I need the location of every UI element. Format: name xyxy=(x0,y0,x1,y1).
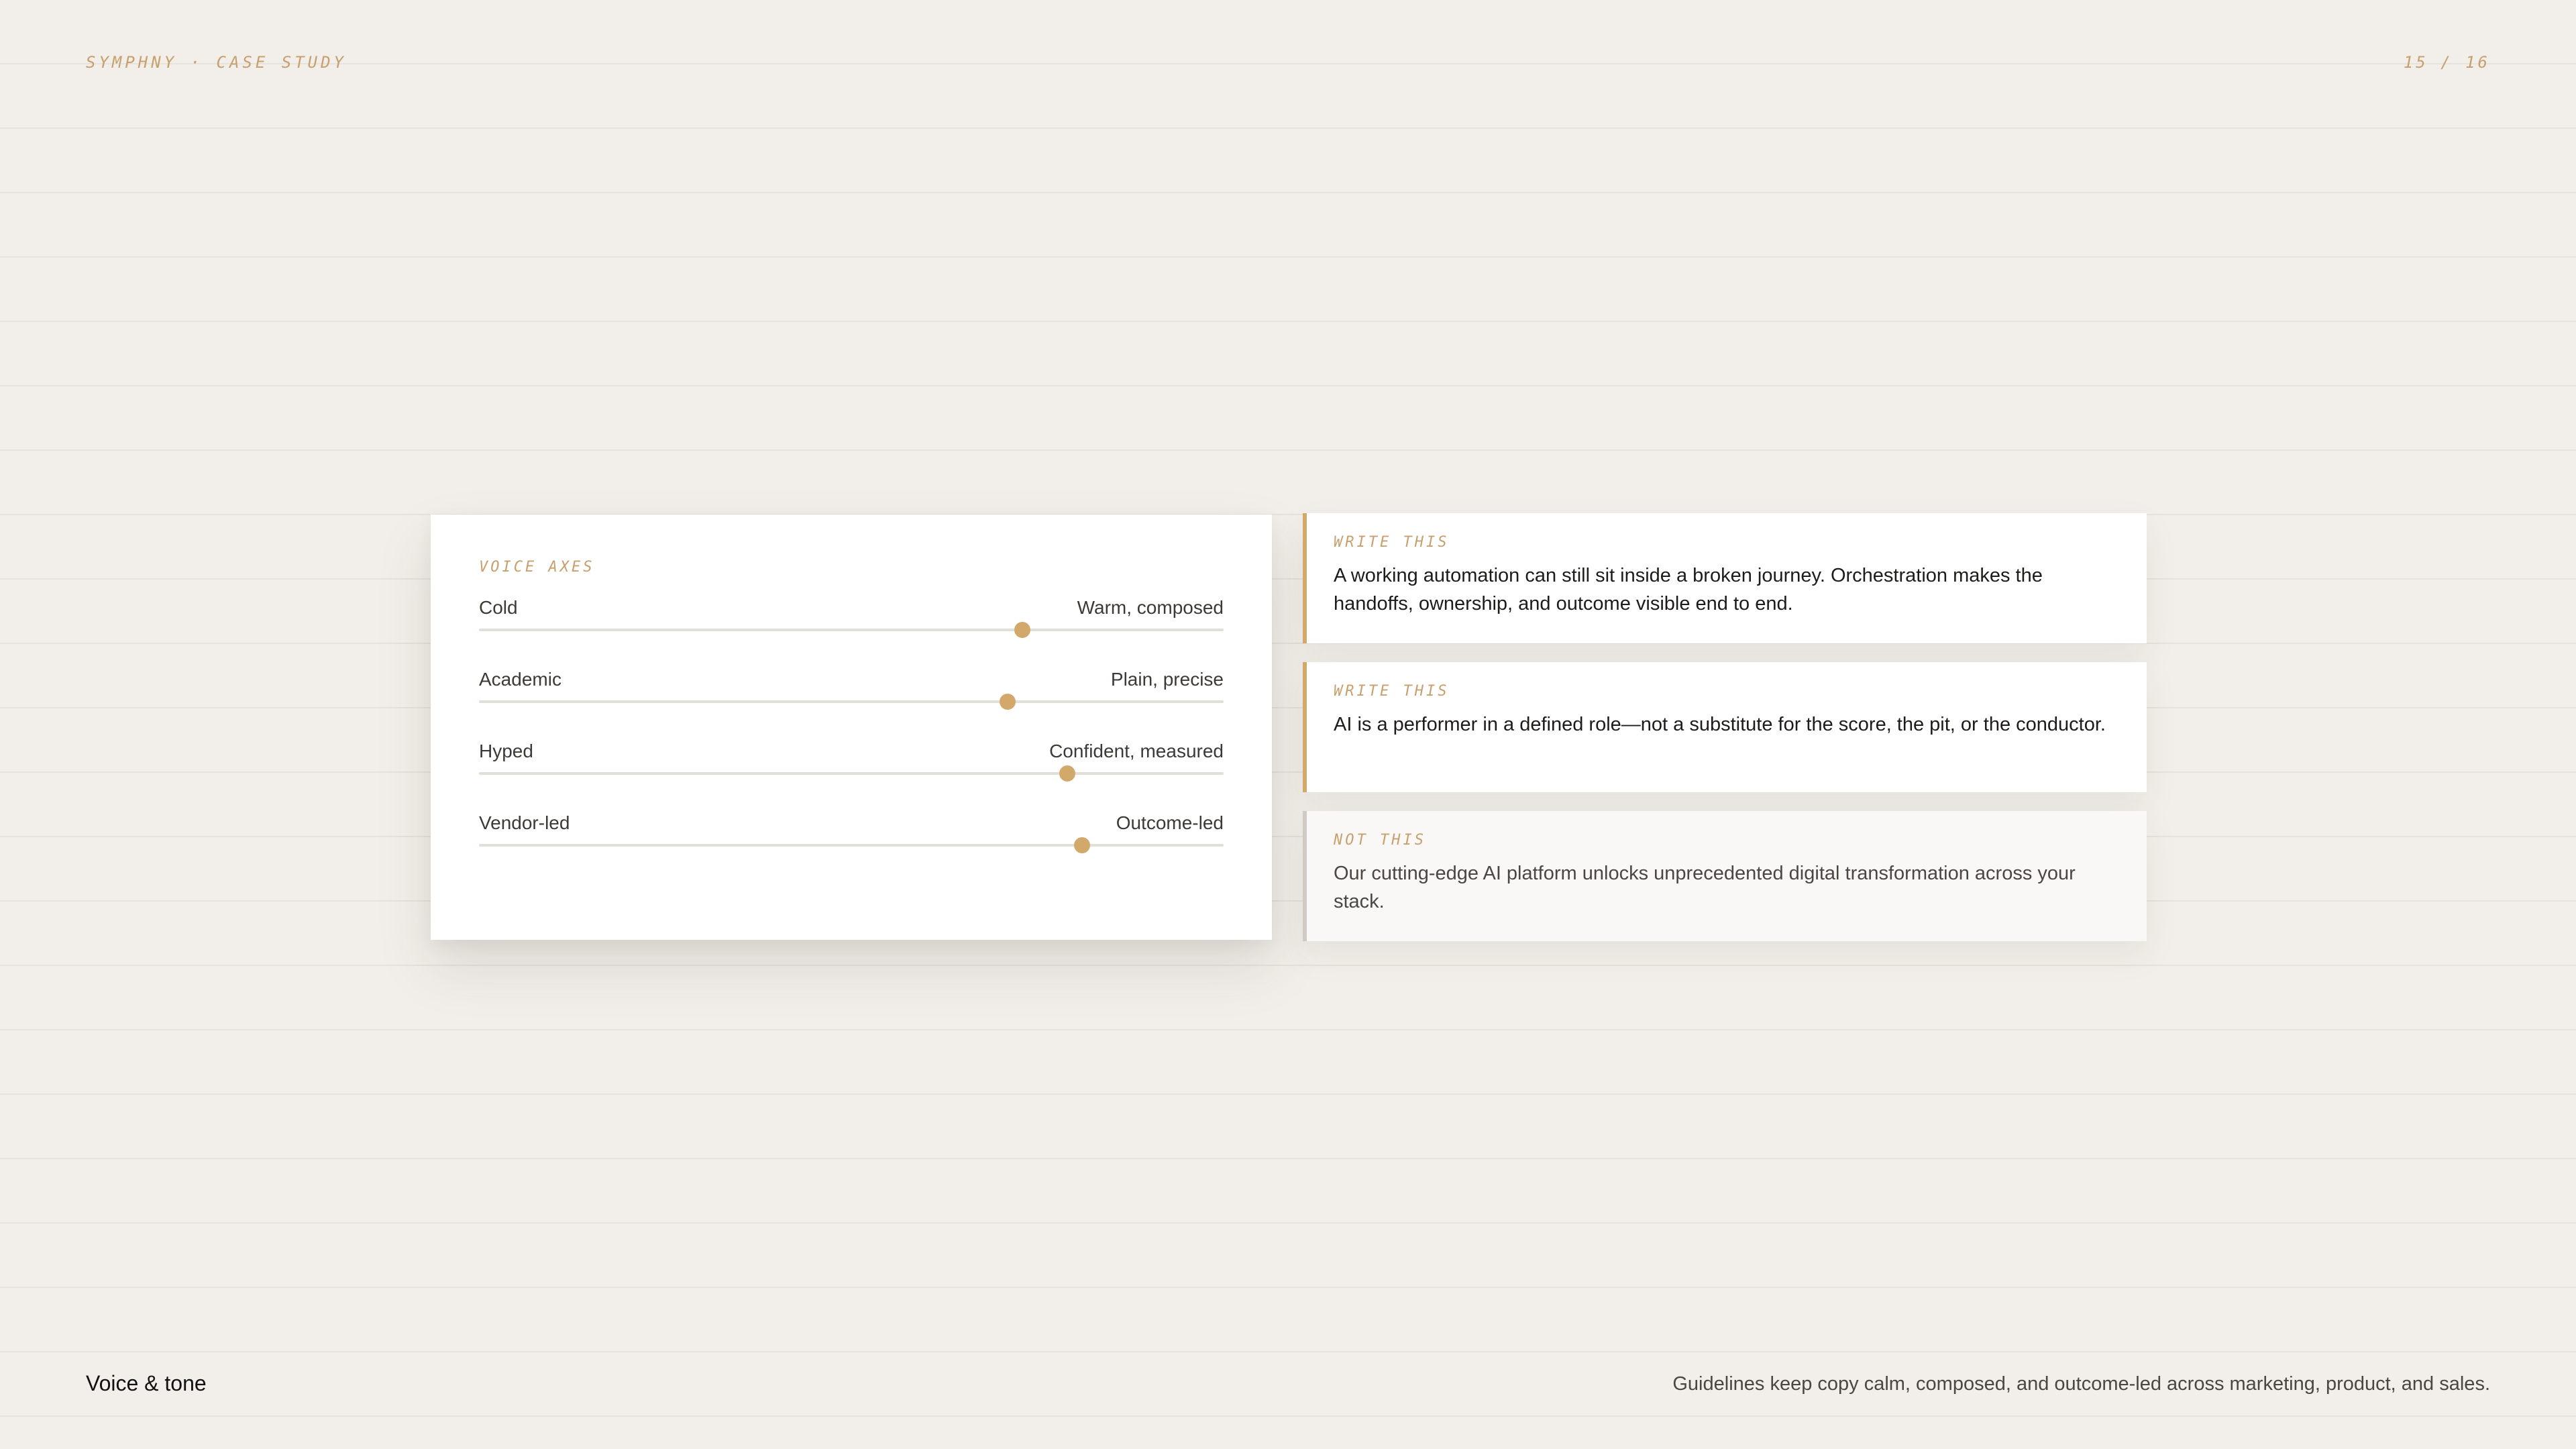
axis-knob[interactable] xyxy=(1059,765,1075,782)
example-card-write-this-2: WRITE THIS AI is a performer in a define… xyxy=(1303,662,2147,792)
section-description: Guidelines keep copy calm, composed, and… xyxy=(1672,1373,2490,1395)
example-card-not-this: NOT THIS Our cutting-edge AI platform un… xyxy=(1303,811,2147,941)
axis-left-label: Academic xyxy=(479,669,561,690)
example-text: A working automation can still sit insid… xyxy=(1334,565,2043,614)
axis-right-label: Outcome-led xyxy=(1116,812,1224,833)
axis-warmth: Cold Warm, composed xyxy=(479,596,1224,638)
axis-track xyxy=(479,700,1224,703)
axis-track xyxy=(479,844,1224,847)
axis-right-label: Warm, composed xyxy=(1077,597,1224,618)
axis-left-label: Cold xyxy=(479,597,518,618)
example-text: Our cutting-edge AI platform unlocks unp… xyxy=(1334,863,2076,912)
axis-right-label: Confident, measured xyxy=(1049,741,1224,761)
example-label: WRITE THIS xyxy=(1334,534,1450,551)
axis-knob[interactable] xyxy=(1074,837,1091,853)
example-card-write-this-1: WRITE THIS A working automation can stil… xyxy=(1303,513,2147,643)
voice-axes-label: VOICE AXES xyxy=(479,559,595,576)
page-indicator: 15 / 16 xyxy=(2403,53,2490,72)
axis-confidence: Hyped Confident, measured xyxy=(479,740,1224,782)
axis-left-label: Vendor-led xyxy=(479,812,570,833)
example-label: WRITE THIS xyxy=(1334,683,1450,700)
axis-knob[interactable] xyxy=(1014,622,1031,638)
axis-clarity: Academic Plain, precise xyxy=(479,668,1224,710)
axis-track xyxy=(479,629,1224,631)
axis-track xyxy=(479,772,1224,775)
axis-left-label: Hyped xyxy=(479,741,533,761)
axis-knob[interactable] xyxy=(1000,694,1016,710)
axis-right-label: Plain, precise xyxy=(1110,669,1224,690)
voice-axes-card: VOICE AXES Cold Warm, composed Academic … xyxy=(431,515,1272,940)
section-title: Voice & tone xyxy=(86,1371,207,1395)
example-text: AI is a performer in a defined role—not … xyxy=(1334,714,2106,735)
deck-label: SYMPHNY · CASE STUDY xyxy=(86,53,347,72)
axis-focus: Vendor-led Outcome-led xyxy=(479,812,1224,853)
example-label: NOT THIS xyxy=(1334,832,1426,849)
